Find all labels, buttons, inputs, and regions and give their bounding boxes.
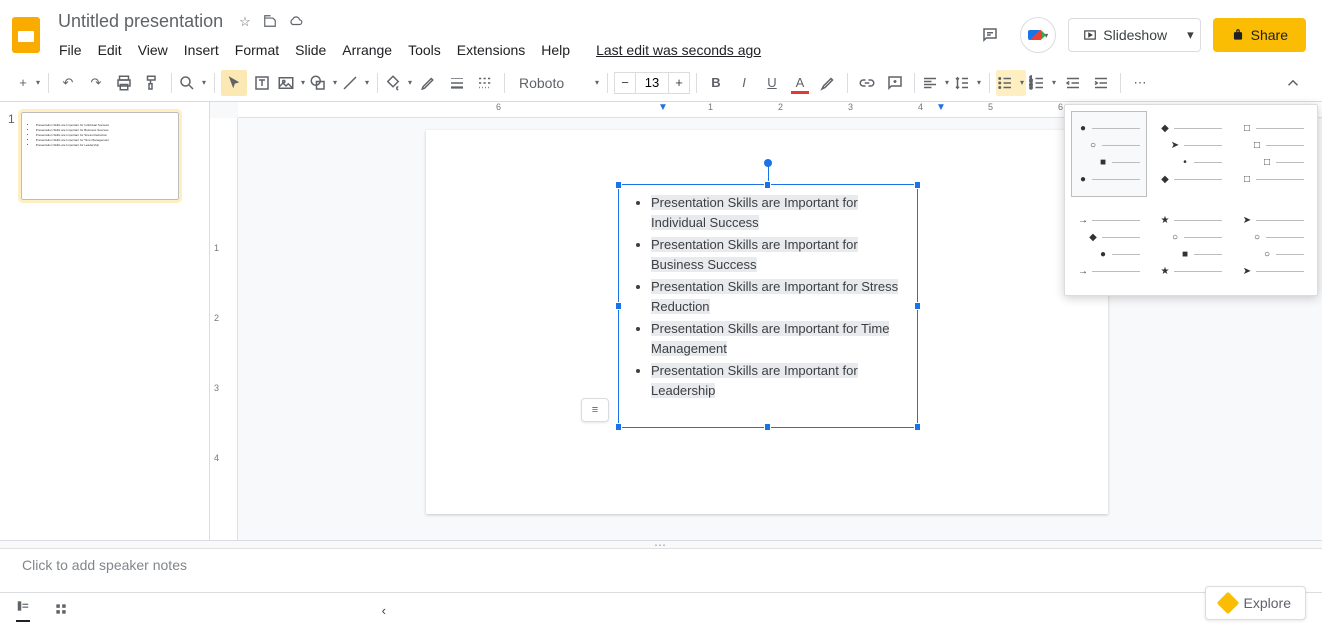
rotate-handle[interactable] (764, 159, 772, 167)
italic-button[interactable]: I (731, 70, 757, 96)
border-dash-button[interactable] (472, 70, 498, 96)
font-size-decrease[interactable]: − (614, 72, 636, 94)
document-title[interactable]: Untitled presentation (52, 9, 229, 34)
thumbnail-preview: Presentation Skills are Important for In… (28, 123, 172, 148)
star-icon[interactable]: ☆ (239, 14, 251, 31)
image-tool[interactable] (277, 70, 307, 96)
comments-icon[interactable] (972, 17, 1008, 53)
menu-help[interactable]: Help (534, 38, 577, 62)
line-tool[interactable] (341, 70, 371, 96)
link-button[interactable] (854, 70, 880, 96)
line-spacing-button[interactable] (953, 70, 983, 96)
svg-text:3: 3 (1030, 85, 1033, 91)
menu-tools[interactable]: Tools (401, 38, 448, 62)
textbox-tool[interactable] (249, 70, 275, 96)
undo-button[interactable]: ↶ (55, 70, 81, 96)
vertical-ruler: 1 2 3 4 (210, 118, 238, 540)
explore-button[interactable]: Explore (1205, 586, 1306, 620)
menu-extensions[interactable]: Extensions (450, 38, 532, 62)
filmstrip-view-icon[interactable] (16, 599, 30, 622)
resize-handle[interactable] (764, 181, 771, 189)
share-button[interactable]: Share (1213, 18, 1306, 52)
highlight-button[interactable] (815, 70, 841, 96)
resize-handle[interactable] (615, 423, 622, 431)
underline-button[interactable]: U (759, 70, 785, 96)
header: Untitled presentation ☆ File Edit View I… (0, 0, 1322, 64)
explore-icon (1216, 592, 1239, 615)
numbered-list-button[interactable]: 123 (1028, 70, 1058, 96)
select-tool[interactable] (221, 70, 247, 96)
menu-slide[interactable]: Slide (288, 38, 333, 62)
menu-arrange[interactable]: Arrange (335, 38, 399, 62)
footer: ‹ Explore (0, 592, 1322, 628)
indent-decrease-button[interactable] (1060, 70, 1086, 96)
bulleted-list-button[interactable] (996, 70, 1026, 96)
menu-bar: File Edit View Insert Format Slide Arran… (52, 38, 972, 62)
paint-format-button[interactable] (139, 70, 165, 96)
cloud-icon[interactable] (289, 14, 303, 31)
bullet-option-disc[interactable]: ● ○ ■ ● (1071, 111, 1147, 197)
speaker-notes[interactable]: Click to add speaker notes (0, 548, 1322, 592)
border-weight-button[interactable] (444, 70, 470, 96)
last-edit-link[interactable]: Last edit was seconds ago (589, 38, 768, 62)
menu-format[interactable]: Format (228, 38, 286, 62)
align-button[interactable] (921, 70, 951, 96)
resize-handle[interactable] (914, 302, 921, 310)
notes-separator[interactable] (0, 540, 1322, 548)
shape-tool[interactable] (309, 70, 339, 96)
autofit-widget[interactable]: ≡ (581, 398, 609, 422)
font-size-input[interactable] (636, 72, 668, 94)
new-slide-button[interactable]: + (16, 70, 42, 96)
resize-handle[interactable] (615, 302, 622, 310)
more-tools-button[interactable]: ⋯ (1127, 70, 1153, 96)
slideshow-dropdown[interactable]: ▾ (1181, 18, 1201, 52)
collapse-panel-icon[interactable]: ‹ (382, 603, 386, 618)
slide-canvas[interactable]: Presentation Skills are Important for In… (426, 130, 1108, 514)
font-family-select[interactable]: Roboto (511, 70, 601, 96)
slide-thumbnail[interactable]: Presentation Skills are Important for In… (21, 112, 179, 200)
text-color-button[interactable]: A (787, 70, 813, 96)
indent-increase-button[interactable] (1088, 70, 1114, 96)
menu-insert[interactable]: Insert (177, 38, 226, 62)
menu-edit[interactable]: Edit (91, 38, 129, 62)
redo-button[interactable]: ↷ (83, 70, 109, 96)
grid-view-icon[interactable] (54, 602, 68, 619)
bold-button[interactable]: B (703, 70, 729, 96)
bullet-style-popup: ● ○ ■ ● ◆ ➤ • ◆ □ □ □ □ → ◆ ● → ★ ○ ■ ★ … (1064, 104, 1318, 296)
slide-panel: 1 Presentation Skills are Important for … (0, 102, 210, 540)
fill-color-button[interactable] (384, 70, 414, 96)
bullet-option-diamond[interactable]: ◆ ➤ • ◆ (1153, 111, 1229, 197)
meet-icon[interactable]: ▾ (1020, 17, 1056, 53)
slideshow-button[interactable]: Slideshow (1068, 18, 1181, 52)
menu-file[interactable]: File (52, 38, 89, 62)
print-button[interactable] (111, 70, 137, 96)
resize-handle[interactable] (914, 181, 921, 189)
bullet-option-arrow[interactable]: → ◆ ● → (1071, 203, 1147, 289)
slides-logo[interactable] (8, 17, 44, 53)
zoom-button[interactable] (178, 70, 208, 96)
font-size-increase[interactable]: + (668, 72, 690, 94)
comment-button[interactable] (882, 70, 908, 96)
font-size-control: − + (614, 72, 690, 94)
collapse-toolbar-button[interactable] (1280, 70, 1306, 96)
resize-handle[interactable] (615, 181, 622, 189)
resize-handle[interactable] (764, 423, 771, 431)
bullet-option-star[interactable]: ★ ○ ■ ★ (1153, 203, 1229, 289)
slide-number: 1 (8, 112, 15, 200)
border-color-button[interactable] (416, 70, 442, 96)
menu-view[interactable]: View (131, 38, 175, 62)
bullet-list[interactable]: Presentation Skills are Important for In… (619, 185, 917, 411)
resize-handle[interactable] (914, 423, 921, 431)
bullet-option-triangle[interactable]: ➤ ○ ○ ➤ (1235, 203, 1311, 289)
move-icon[interactable] (263, 14, 277, 31)
toolbar: + ↶ ↷ Roboto − + B I U A 123 ⋯ (0, 64, 1322, 102)
text-box[interactable]: Presentation Skills are Important for In… (618, 184, 918, 428)
bullet-option-square[interactable]: □ □ □ □ (1235, 111, 1311, 197)
